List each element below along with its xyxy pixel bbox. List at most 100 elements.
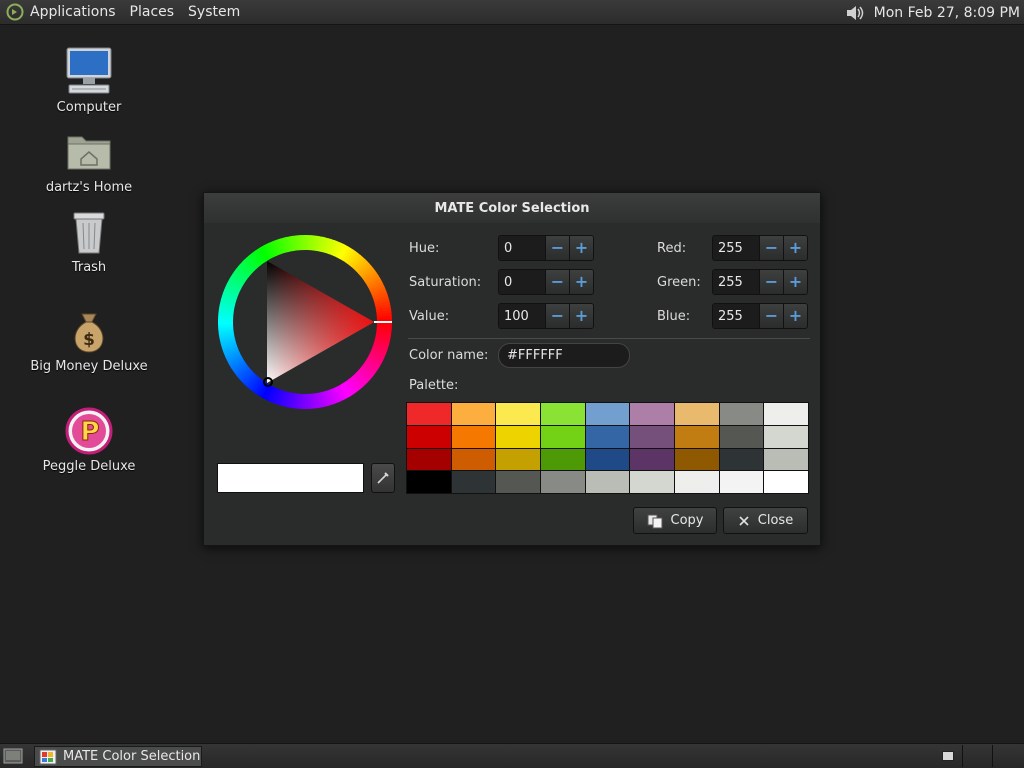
blue-spinbox: − + [712, 303, 808, 329]
value-input[interactable] [499, 304, 545, 328]
palette-label: Palette: [409, 378, 459, 393]
hue-decrement-button[interactable]: − [545, 236, 569, 260]
workspace-window-thumbnail [941, 751, 954, 761]
workspace-1[interactable] [933, 745, 963, 767]
green-increment-button[interactable]: + [783, 270, 807, 294]
palette-swatch[interactable] [719, 471, 764, 493]
palette-swatch[interactable] [675, 448, 719, 471]
palette-swatch[interactable] [630, 425, 674, 448]
clock[interactable]: Mon Feb 27, 8:09 PM [874, 5, 1020, 21]
desktop-icon-label: Peggle Deluxe [42, 459, 136, 474]
red-increment-button[interactable]: + [783, 236, 807, 260]
menu-places[interactable]: Places [130, 4, 175, 20]
desktop-icon-label: Trash [71, 260, 107, 275]
saturation-decrement-button[interactable]: − [545, 270, 569, 294]
hue-wheel[interactable] [216, 233, 394, 411]
palette-swatch[interactable] [719, 425, 764, 448]
palette-swatch[interactable] [496, 403, 540, 425]
workspace-3[interactable] [993, 745, 1023, 767]
blue-input[interactable] [713, 304, 759, 328]
menu-applications[interactable]: Applications [30, 4, 116, 20]
palette-swatch[interactable] [675, 425, 719, 448]
color-name-input[interactable] [498, 343, 630, 368]
peggle-icon: P [65, 407, 113, 455]
palette-swatch[interactable] [496, 448, 540, 471]
blue-decrement-button[interactable]: − [759, 304, 783, 328]
red-input[interactable] [713, 236, 759, 260]
green-input[interactable] [713, 270, 759, 294]
desktop-icon-home[interactable]: dartz's Home [24, 127, 154, 195]
desktop-icon-label: Big Money Deluxe [30, 359, 148, 374]
color-preview [217, 463, 364, 493]
palette-swatch[interactable] [675, 471, 719, 493]
palette-swatch[interactable] [630, 471, 674, 493]
bottom-panel: MATE Color Selection [0, 743, 1024, 768]
copy-button[interactable]: Copy [633, 507, 717, 534]
palette-swatch[interactable] [407, 425, 451, 448]
palette-swatch[interactable] [451, 425, 496, 448]
eyedropper-button[interactable] [371, 463, 395, 493]
palette-swatch[interactable] [585, 448, 630, 471]
close-button[interactable]: Close [723, 507, 808, 534]
desktop-icon-computer[interactable]: Computer [24, 45, 154, 115]
palette-swatch[interactable] [585, 471, 630, 493]
palette-swatch[interactable] [585, 403, 630, 425]
palette-swatch[interactable] [541, 425, 585, 448]
palette-swatch[interactable] [407, 471, 451, 493]
taskbar-item-label: MATE Color Selection [63, 749, 201, 764]
desktop-icon-peggle[interactable]: P Peggle Deluxe [24, 406, 154, 474]
palette-swatch[interactable] [496, 425, 540, 448]
divider [408, 338, 810, 339]
value-decrement-button[interactable]: − [545, 304, 569, 328]
desktop-icon-big-money[interactable]: $ Big Money Deluxe [24, 308, 154, 374]
saturation-input[interactable] [499, 270, 545, 294]
palette-swatch[interactable] [541, 448, 585, 471]
show-desktop-icon[interactable] [3, 747, 23, 765]
volume-icon[interactable] [844, 2, 866, 24]
taskbar-item-color-selection[interactable]: MATE Color Selection [34, 746, 202, 767]
palette-swatch[interactable] [451, 471, 496, 493]
eyedropper-icon [377, 472, 389, 484]
computer-icon [66, 47, 112, 94]
dialog-title[interactable]: MATE Color Selection [204, 193, 820, 223]
color-selection-dialog: MATE Color Selection Hue: − + Sat [203, 192, 821, 546]
palette-swatch[interactable] [541, 403, 585, 425]
workspace-2[interactable] [963, 745, 993, 767]
palette-swatch[interactable] [764, 403, 808, 425]
palette-swatch[interactable] [407, 448, 451, 471]
palette-swatch[interactable] [585, 425, 630, 448]
palette-swatch[interactable] [630, 403, 674, 425]
palette-swatch[interactable] [407, 403, 451, 425]
saturation-increment-button[interactable]: + [569, 270, 593, 294]
hue-input[interactable] [499, 236, 545, 260]
palette-swatch[interactable] [719, 403, 764, 425]
mate-logo-icon[interactable] [6, 3, 24, 21]
palette-swatch[interactable] [451, 403, 496, 425]
palette-swatch[interactable] [764, 448, 808, 471]
palette-swatch[interactable] [541, 471, 585, 493]
red-spinbox: − + [712, 235, 808, 261]
menu-system[interactable]: System [188, 4, 240, 20]
red-label: Red: [657, 241, 687, 256]
palette-swatch[interactable] [764, 425, 808, 448]
blue-label: Blue: [657, 309, 691, 324]
red-decrement-button[interactable]: − [759, 236, 783, 260]
color-selection-app-icon [39, 749, 57, 764]
hue-increment-button[interactable]: + [569, 236, 593, 260]
value-increment-button[interactable]: + [569, 304, 593, 328]
workspace-switcher [933, 745, 1023, 767]
palette-swatch[interactable] [764, 471, 808, 493]
palette-swatch[interactable] [630, 448, 674, 471]
hue-spinbox: − + [498, 235, 594, 261]
palette-swatch[interactable] [451, 448, 496, 471]
green-decrement-button[interactable]: − [759, 270, 783, 294]
palette-swatch[interactable] [496, 471, 540, 493]
money-bag-icon: $ [74, 313, 104, 353]
desktop-icon-trash[interactable]: Trash [24, 207, 154, 275]
svg-text:P: P [80, 417, 99, 447]
blue-increment-button[interactable]: + [783, 304, 807, 328]
svg-text:$: $ [83, 330, 95, 350]
palette-swatch[interactable] [675, 403, 719, 425]
desktop-icon-label: dartz's Home [45, 180, 133, 195]
palette-swatch[interactable] [719, 448, 764, 471]
